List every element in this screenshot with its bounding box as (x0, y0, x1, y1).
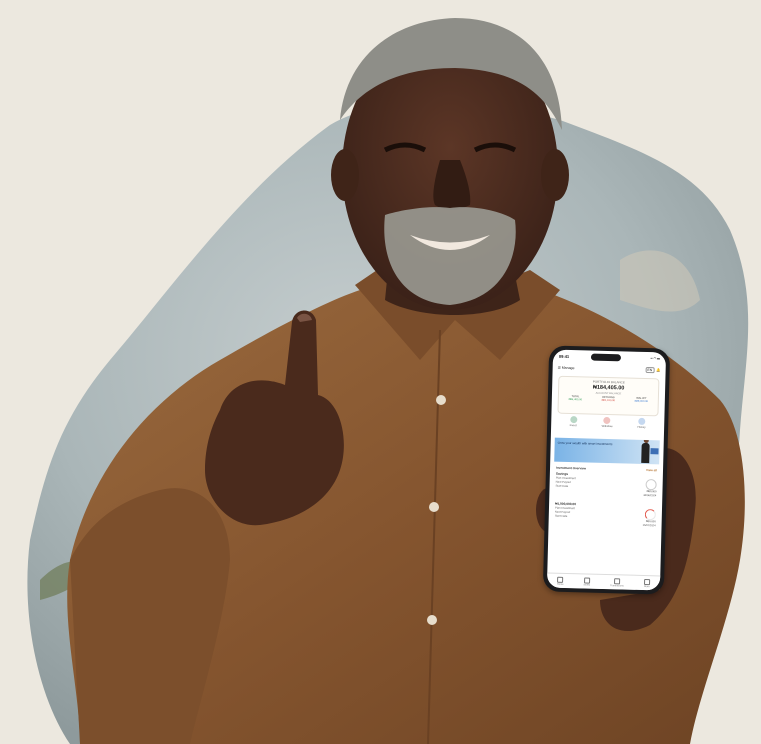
action-withdraw[interactable]: Withdraw (602, 416, 613, 428)
quick-actions: Invest Withdraw History (557, 416, 658, 430)
banner-person-icon (641, 442, 650, 464)
menu-label: Manage (561, 365, 575, 371)
action-invest[interactable]: Invest (570, 416, 577, 427)
smartphone: 09:41 ▪▪ ◠ ▬ ☰ Manage EN 🔔 PORTFOLIO BAL… (542, 345, 671, 595)
tab-invest[interactable]: Invest (584, 576, 591, 586)
tab-transactions[interactable]: Transactions (610, 577, 624, 587)
action-history[interactable]: History (637, 417, 646, 429)
section-link[interactable]: View all (646, 468, 657, 472)
tab-home[interactable]: Home (557, 576, 564, 585)
banner-text: Grow your wealth with smart investments (557, 440, 613, 447)
notification-bell-icon[interactable]: 🔔 (656, 368, 660, 372)
shirt-button (429, 502, 439, 512)
shirt-button (427, 615, 437, 625)
list-item[interactable]: Savings Plan Investment Next Payout Star… (556, 472, 657, 497)
list-item[interactable]: ₦1,000,000.00 Plan Investment Next Payou… (555, 502, 656, 527)
tab-more[interactable]: More (643, 578, 651, 588)
history-icon (638, 417, 646, 425)
status-icons: ▪▪ ◠ ▬ (650, 356, 660, 361)
promo-banner[interactable]: Grow your wealth with smart investments (554, 437, 660, 465)
section-title: Investment Overview (555, 465, 587, 471)
menu-button[interactable]: ☰ Manage (558, 366, 575, 370)
balance-card: PORTFOLIO BALANCE ₦184,405.00 ACCOUNT BA… (557, 375, 660, 417)
balance-values: TOTAL ₦84,405.00 RETURNS ₦61,100.00 WALL… (559, 395, 658, 404)
status-time: 09:41 (558, 353, 570, 359)
shirt-button (436, 395, 446, 405)
balance-value-item: TOTAL ₦84,405.00 (568, 395, 583, 402)
balance-value-item: WALLET ₦38,900.00 (634, 396, 649, 404)
invest-icon (569, 416, 577, 424)
banner-laptop-icon (650, 448, 659, 455)
ear-right (541, 149, 569, 201)
phone-screen: 09:41 ▪▪ ◠ ▬ ☰ Manage EN 🔔 PORTFOLIO BAL… (546, 349, 667, 591)
bottom-tab-bar: Home Invest Transactions More (546, 572, 661, 591)
app-header: ☰ Manage EN 🔔 (558, 365, 661, 374)
withdraw-icon (603, 416, 611, 425)
balance-value-item: RETURNS ₦61,100.00 (601, 395, 616, 403)
ear-left (331, 149, 359, 201)
language-selector[interactable]: EN (645, 366, 655, 374)
